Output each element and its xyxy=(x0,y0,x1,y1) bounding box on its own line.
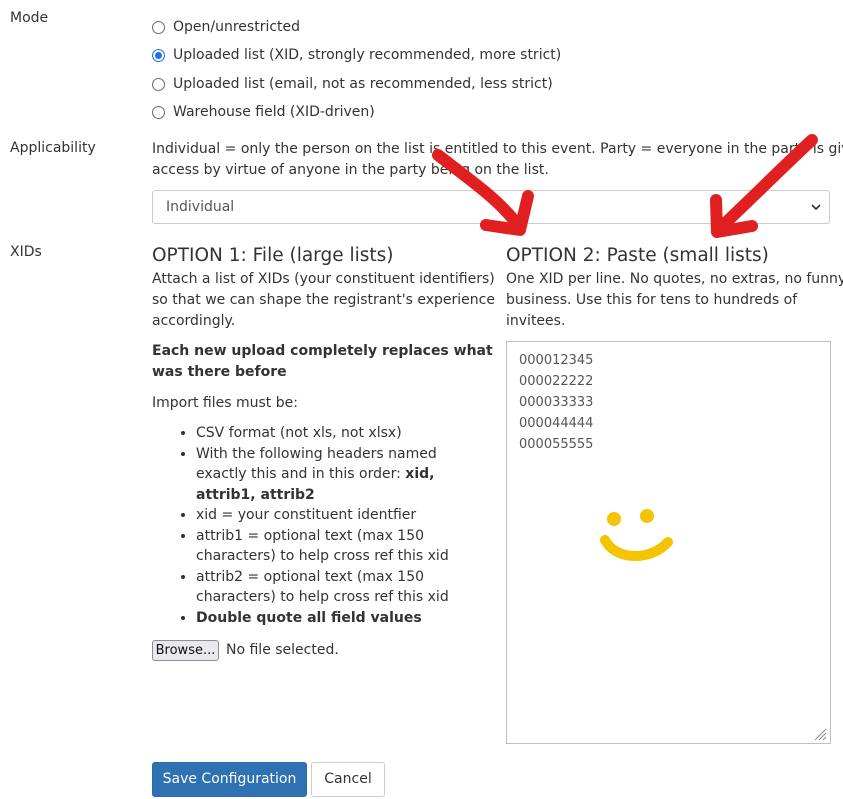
radio-label: Warehouse field (XID-driven) xyxy=(173,104,375,120)
description-line: One XID per line. No quotes, no extras, … xyxy=(506,271,843,287)
option1-title: OPTION 1: File (large lists) xyxy=(152,245,394,266)
applicability-label: Applicability xyxy=(10,140,96,156)
radio-uploaded-list-xid[interactable]: Uploaded list (XID, strongly recommended… xyxy=(152,44,561,66)
radio-open-unrestricted[interactable]: Open/unrestricted xyxy=(152,16,300,38)
applicability-help-line: access by virtue of anyone in the party … xyxy=(152,162,549,178)
requirement-bold: xid, xyxy=(405,466,435,482)
browse-button[interactable]: Browse... xyxy=(152,640,219,661)
cancel-button[interactable]: Cancel xyxy=(311,762,385,797)
radio-label: Uploaded list (email, not as recommended… xyxy=(173,76,553,92)
description-line: invitees. xyxy=(506,313,566,329)
radio-button[interactable] xyxy=(152,105,165,119)
chevron-down-icon xyxy=(811,204,821,211)
warning-line: Each new upload completely replaces what xyxy=(152,343,493,359)
radio-warehouse-field[interactable]: Warehouse field (XID-driven) xyxy=(152,101,375,123)
list-item: xid = your constituent identfier xyxy=(196,505,496,526)
option2-title: OPTION 2: Paste (small lists) xyxy=(506,245,769,266)
requirement-text: exactly this and in this order: xyxy=(196,466,406,482)
list-item: attrib2 = optional text (max 150 charact… xyxy=(196,567,496,608)
list-item: CSV format (not xls, not xlsx) xyxy=(196,423,496,444)
save-configuration-button[interactable]: Save Configuration xyxy=(152,762,307,797)
xids-label: XIDs xyxy=(10,244,42,260)
requirements-list: CSV format (not xls, not xlsx) With the … xyxy=(152,423,496,628)
list-item: With the following headers named exactly… xyxy=(196,444,496,506)
radio-button[interactable] xyxy=(152,48,165,62)
description-line: accordingly. xyxy=(152,313,236,329)
radio-label: Open/unrestricted xyxy=(173,19,301,35)
requirement-text: xid = your constituent identfier xyxy=(196,507,417,523)
requirement-text: attrib2 = optional text (max 150 xyxy=(196,568,425,585)
list-item: Double quote all field values xyxy=(196,608,496,629)
upload-warning: Each new upload completely replaces what… xyxy=(152,341,493,383)
description-line: so that we can shape the registrant's ex… xyxy=(152,292,495,308)
requirement-text: characters) to help cross ref this xid xyxy=(196,548,449,564)
select-value: Individual xyxy=(166,199,235,215)
description-line: business. Use this for tens to hundreds … xyxy=(506,292,798,308)
radio-uploaded-list-email[interactable]: Uploaded list (email, not as recommended… xyxy=(152,73,553,95)
resize-grip-icon[interactable] xyxy=(813,727,827,741)
warning-line: was there before xyxy=(152,364,287,380)
xid-paste-textarea[interactable]: 000012345 000022222 000033333 000044444 … xyxy=(506,341,831,744)
option2-description: One XID per line. No quotes, no extras, … xyxy=(506,269,843,332)
requirement-bold: Double quote all field values xyxy=(196,609,422,626)
requirement-text: With the following headers named xyxy=(196,445,437,462)
import-intro: Import files must be: xyxy=(152,395,298,411)
file-status: No file selected. xyxy=(226,642,339,658)
requirement-text: attrib1 = optional text (max 150 xyxy=(196,527,425,544)
radio-button[interactable] xyxy=(152,77,165,91)
requirement-text: CSV format (not xls, not xlsx) xyxy=(196,425,402,441)
applicability-select[interactable]: Individual xyxy=(152,190,830,224)
applicability-help-line: Individual = only the person on the list… xyxy=(152,141,843,157)
description-line: Attach a list of XIDs (your constituent … xyxy=(152,271,495,287)
requirement-text: characters) to help cross ref this xid xyxy=(196,589,449,605)
applicability-help: Individual = only the person on the list… xyxy=(152,139,843,181)
requirement-bold: attrib1, attrib2 xyxy=(196,486,315,503)
radio-button[interactable] xyxy=(152,20,165,34)
list-item: attrib1 = optional text (max 150 charact… xyxy=(196,526,496,567)
option1-description: Attach a list of XIDs (your constituent … xyxy=(152,269,497,332)
radio-label: Uploaded list (XID, strongly recommended… xyxy=(173,47,562,63)
mode-label: Mode xyxy=(10,10,49,26)
